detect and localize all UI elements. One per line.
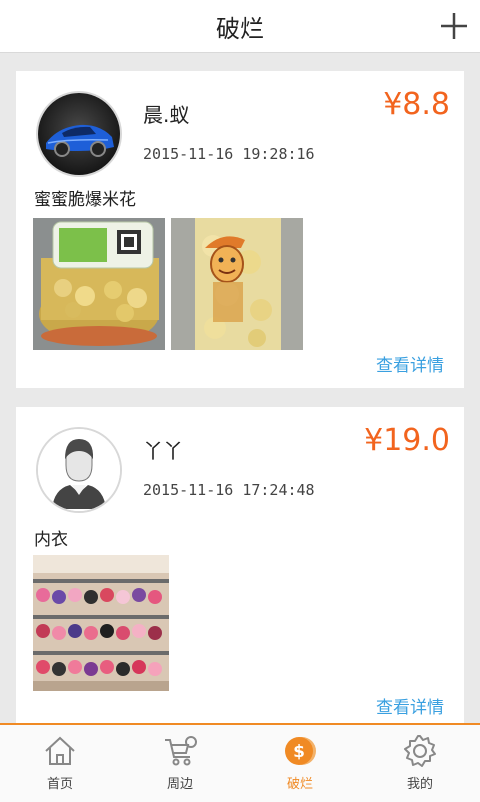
post-feed[interactable]: 晨.蚁 2015-11-16 19:28:16 ¥8.8 蜜蜜脆爆米花 查看详情… [0, 53, 480, 723]
item-photo[interactable] [171, 218, 303, 350]
username: 丫丫 [143, 439, 183, 463]
post-card[interactable]: 丫丫 2015-11-16 17:24:48 ¥19.0 内衣 查看详情 [16, 407, 464, 723]
price: ¥19.0 [364, 423, 450, 458]
coin-icon: $ [285, 737, 316, 765]
post-card[interactable]: 晨.蚁 2015-11-16 19:28:16 ¥8.8 蜜蜜脆爆米花 查看详情 [16, 71, 464, 388]
tab-label: 周边 [166, 777, 193, 792]
svg-text:$: $ [293, 742, 305, 762]
tab-label: 我的 [406, 777, 433, 792]
page-title: 破烂 [216, 14, 264, 43]
app-header: 破烂 [0, 0, 480, 53]
home-icon [45, 736, 75, 765]
price: ¥8.8 [383, 87, 450, 122]
view-details-link[interactable]: 查看详情 [376, 693, 444, 718]
post-timestamp: 2015-11-16 19:28:16 [143, 145, 315, 163]
post-timestamp: 2015-11-16 17:24:48 [143, 481, 315, 499]
gear-icon [404, 735, 436, 767]
tab-junk[interactable]: $ 破烂 [240, 725, 360, 802]
tab-label: 破烂 [286, 777, 313, 792]
avatar[interactable] [36, 91, 122, 177]
tab-label: 首页 [46, 777, 73, 792]
item-title: 内衣 [34, 530, 68, 550]
item-photo[interactable] [33, 555, 169, 691]
item-photo[interactable] [33, 218, 165, 350]
item-title: 蜜蜜脆爆米花 [34, 190, 136, 210]
tab-mine[interactable]: 我的 [360, 725, 480, 802]
cart-icon [165, 736, 197, 766]
view-details-link[interactable]: 查看详情 [376, 351, 444, 376]
avatar[interactable] [36, 427, 122, 513]
bottom-tab-bar: 首页 周边 $ 破烂 我的 [0, 723, 480, 802]
tab-nearby[interactable]: 周边 [120, 725, 240, 802]
plus-icon[interactable] [436, 8, 472, 44]
username: 晨.蚁 [143, 103, 190, 127]
tab-home[interactable]: 首页 [0, 725, 120, 802]
